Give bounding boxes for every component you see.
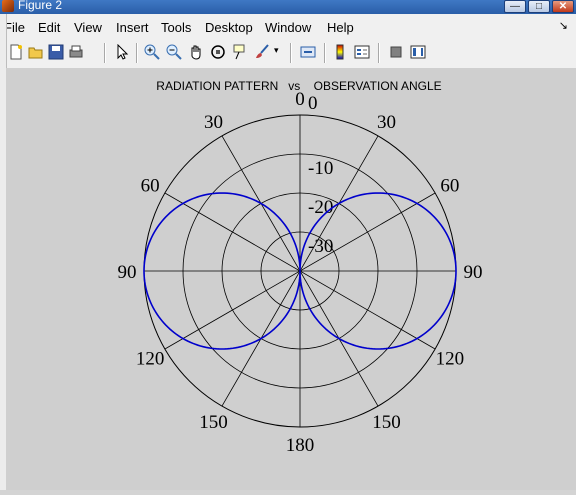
zoom-out-icon[interactable] bbox=[166, 44, 182, 60]
matlab-icon bbox=[2, 0, 14, 12]
menu-file[interactable]: File bbox=[4, 20, 25, 35]
menu-window[interactable]: Window bbox=[265, 20, 311, 35]
radial-tick-label: -10 bbox=[308, 158, 333, 179]
edit-plot-icon[interactable] bbox=[114, 44, 130, 60]
save-icon[interactable] bbox=[48, 44, 64, 60]
insert-colorbar-icon[interactable] bbox=[332, 44, 348, 60]
angle-label: 90 bbox=[464, 262, 483, 283]
angle-label: 180 bbox=[286, 435, 315, 456]
radial-tick-label: 0 bbox=[308, 93, 318, 114]
data-cursor-icon[interactable] bbox=[232, 44, 248, 60]
angle-label: 120 bbox=[136, 349, 165, 370]
angle-label: 0 bbox=[295, 89, 305, 110]
angle-label: 150 bbox=[199, 412, 228, 433]
toolbar-separator bbox=[104, 43, 106, 63]
hide-plot-tools-icon[interactable] bbox=[388, 44, 404, 60]
maximize-button[interactable]: □ bbox=[528, 0, 550, 13]
rotate-3d-icon[interactable] bbox=[210, 44, 226, 60]
angle-label: 30 bbox=[204, 112, 223, 133]
new-figure-icon[interactable] bbox=[8, 44, 24, 60]
brush-dropdown-icon[interactable]: ▾ bbox=[274, 45, 279, 56]
print-icon[interactable] bbox=[68, 44, 84, 60]
radial-tick-label: -20 bbox=[308, 197, 333, 218]
insert-legend-icon[interactable] bbox=[354, 44, 370, 60]
angle-label: 60 bbox=[440, 176, 459, 197]
link-plot-icon[interactable] bbox=[300, 44, 316, 60]
zoom-in-icon[interactable] bbox=[144, 44, 160, 60]
angle-label: 90 bbox=[118, 262, 137, 283]
menu-view[interactable]: View bbox=[74, 20, 102, 35]
menu-bar: File Edit View Insert Tools Desktop Wind… bbox=[0, 14, 576, 39]
figure-canvas: RADIATION PATTERN vs OBSERVATION ANGLE 0… bbox=[6, 68, 576, 490]
show-plot-tools-icon[interactable] bbox=[410, 44, 426, 60]
window-title: Figure 2 bbox=[18, 0, 63, 12]
minimize-button[interactable]: — bbox=[504, 0, 526, 13]
angle-label: 120 bbox=[436, 349, 465, 370]
toolbar-separator bbox=[136, 43, 138, 63]
toolbar-separator bbox=[324, 43, 326, 63]
angle-label: 30 bbox=[377, 112, 396, 133]
menu-edit[interactable]: Edit bbox=[38, 20, 60, 35]
close-button[interactable]: ✕ bbox=[552, 0, 574, 13]
toolbar-separator bbox=[290, 43, 292, 63]
window-controls: — □ ✕ bbox=[504, 0, 574, 13]
toolbar-separator bbox=[378, 43, 380, 63]
menu-tools[interactable]: Tools bbox=[161, 20, 191, 35]
open-file-icon[interactable] bbox=[28, 44, 44, 60]
menu-insert[interactable]: Insert bbox=[116, 20, 149, 35]
figure-toolbar: ▾ bbox=[0, 38, 576, 69]
title-bar: Figure 2 — □ ✕ bbox=[0, 0, 576, 14]
radial-tick-label: -30 bbox=[308, 236, 333, 257]
menu-desktop[interactable]: Desktop bbox=[205, 20, 253, 35]
menu-help[interactable]: Help bbox=[327, 20, 354, 35]
dock-arrow-icon[interactable]: ↘ bbox=[559, 19, 568, 32]
pan-icon[interactable] bbox=[188, 44, 204, 60]
angle-label: 60 bbox=[141, 176, 160, 197]
brush-icon[interactable] bbox=[254, 44, 270, 60]
polar-plot: RADIATION PATTERN vs OBSERVATION ANGLE 0… bbox=[118, 79, 483, 456]
angle-label: 150 bbox=[372, 412, 401, 433]
